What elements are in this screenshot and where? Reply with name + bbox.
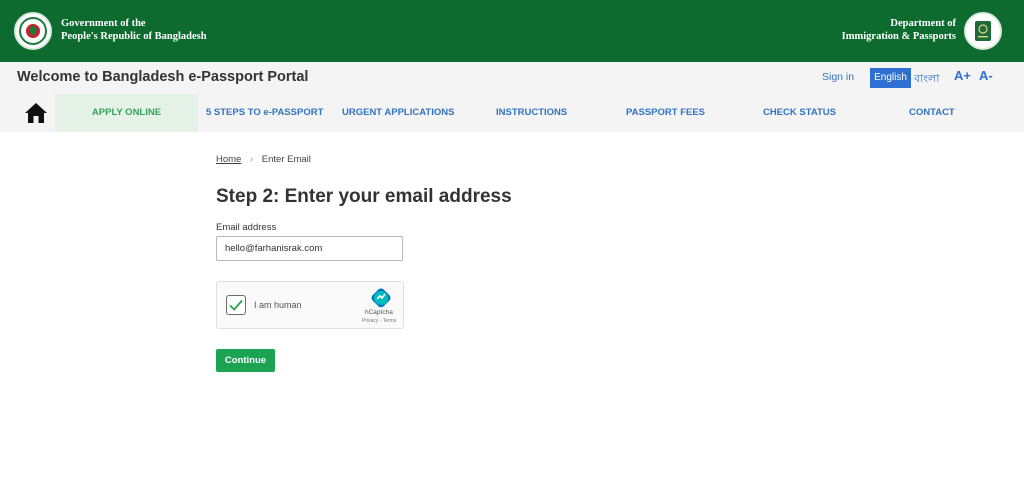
chevron-right-icon: › bbox=[249, 154, 254, 165]
passport-emblem-icon bbox=[964, 12, 1002, 50]
font-increase-button[interactable]: A+ bbox=[954, 68, 971, 83]
department-line-2: Immigration & Passports bbox=[841, 31, 956, 42]
email-label: Email address bbox=[216, 222, 277, 233]
government-name: Government of the People's Republic of B… bbox=[61, 17, 207, 43]
hcaptcha-widget: I am human hCaptcha Privacy - Terms bbox=[216, 281, 404, 329]
department-line-1: Department of bbox=[890, 18, 956, 29]
language-english-button[interactable]: English bbox=[870, 68, 911, 88]
captcha-brand: hCaptcha bbox=[365, 309, 393, 316]
captcha-checkbox[interactable] bbox=[226, 295, 246, 315]
bangladesh-emblem-icon bbox=[14, 12, 52, 50]
captcha-label: I am human bbox=[254, 300, 302, 310]
main-navigation: APPLY ONLINE 5 STEPS TO e-PASSPORT URGEN… bbox=[0, 94, 1024, 132]
nav-contact[interactable]: CONTACT bbox=[909, 94, 955, 132]
government-header: Government of the People's Republic of B… bbox=[0, 0, 1024, 62]
portal-title: Welcome to Bangladesh e-Passport Portal bbox=[17, 69, 309, 85]
breadcrumb-current: Enter Email bbox=[261, 154, 311, 165]
breadcrumb-home-link[interactable]: Home bbox=[216, 154, 241, 165]
continue-button[interactable]: Continue bbox=[216, 349, 275, 372]
government-line-2: People's Republic of Bangladesh bbox=[61, 31, 207, 42]
home-icon[interactable] bbox=[24, 102, 48, 124]
government-line-1: Government of the bbox=[61, 18, 146, 29]
nav-apply-online[interactable]: APPLY ONLINE bbox=[55, 94, 198, 132]
checkmark-icon bbox=[229, 299, 243, 311]
language-bangla-button[interactable]: বাংলা bbox=[914, 70, 939, 89]
nav-5-steps[interactable]: 5 STEPS TO e-PASSPORT bbox=[206, 94, 323, 132]
email-field[interactable] bbox=[216, 236, 403, 261]
page-title: Step 2: Enter your email address bbox=[216, 186, 512, 207]
captcha-privacy-terms[interactable]: Privacy - Terms bbox=[362, 318, 396, 324]
breadcrumb: Home › Enter Email bbox=[216, 154, 311, 165]
font-decrease-button[interactable]: A- bbox=[979, 68, 993, 83]
nav-check-status[interactable]: CHECK STATUS bbox=[763, 94, 836, 132]
sign-in-link[interactable]: Sign in bbox=[822, 71, 854, 83]
nav-instructions[interactable]: INSTRUCTIONS bbox=[496, 94, 567, 132]
nav-passport-fees[interactable]: PASSPORT FEES bbox=[626, 94, 705, 132]
hcaptcha-logo-icon bbox=[370, 287, 392, 309]
department-name: Department of Immigration & Passports bbox=[842, 17, 956, 43]
nav-urgent-applications[interactable]: URGENT APPLICATIONS bbox=[342, 94, 454, 132]
